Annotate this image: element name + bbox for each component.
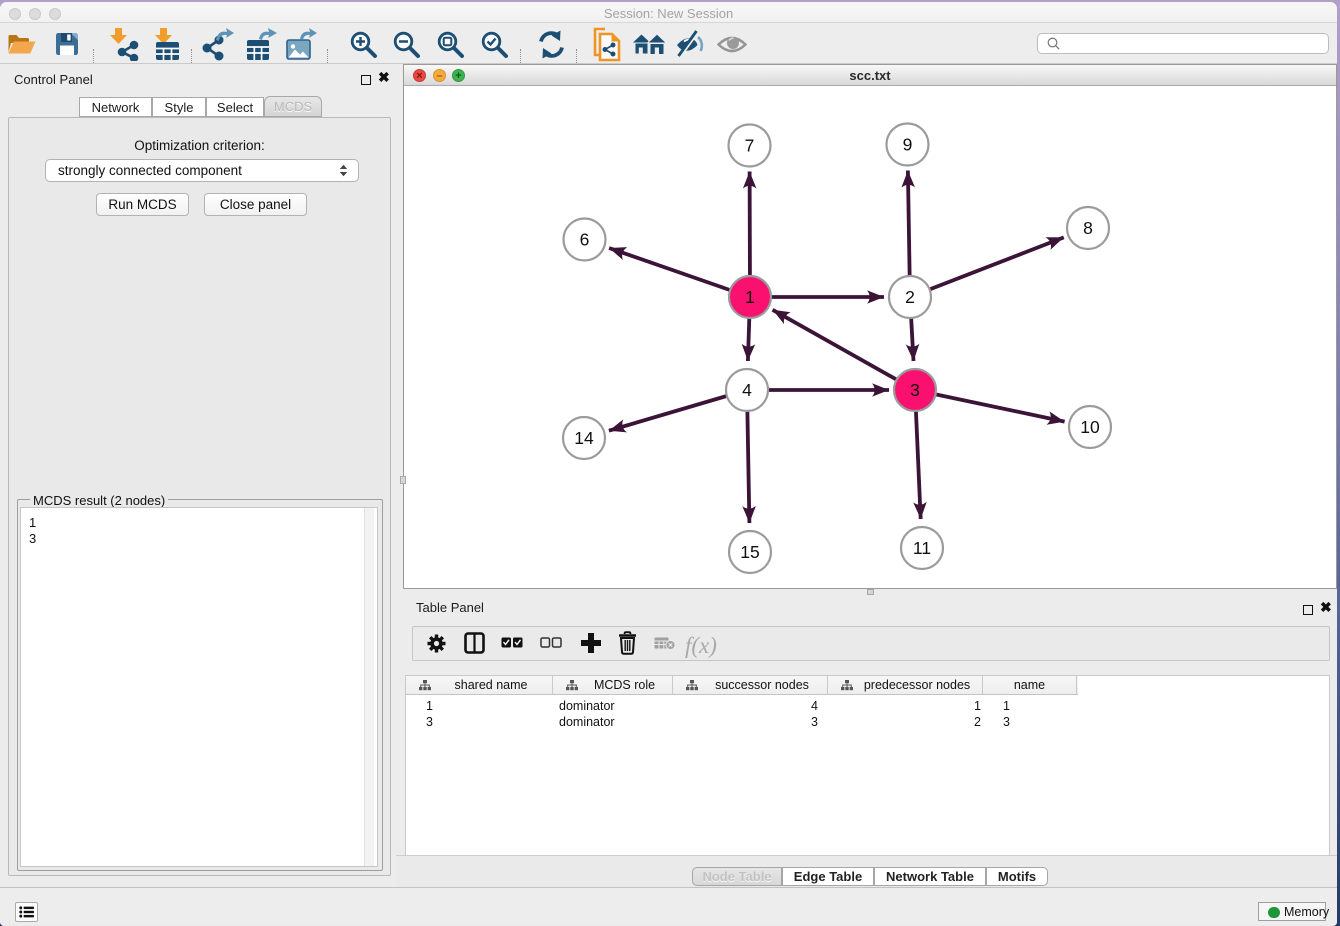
svg-text:14: 14 <box>574 428 594 448</box>
svg-text:7: 7 <box>745 136 755 156</box>
svg-text:9: 9 <box>903 135 913 155</box>
svg-text:8: 8 <box>1083 218 1093 238</box>
svg-text:4: 4 <box>742 380 752 400</box>
svg-text:6: 6 <box>580 230 590 250</box>
svg-text:10: 10 <box>1080 417 1100 437</box>
svg-text:2: 2 <box>905 287 915 307</box>
svg-text:1: 1 <box>745 287 755 307</box>
svg-text:11: 11 <box>913 538 931 558</box>
svg-text:15: 15 <box>740 542 759 562</box>
svg-text:3: 3 <box>910 380 920 400</box>
